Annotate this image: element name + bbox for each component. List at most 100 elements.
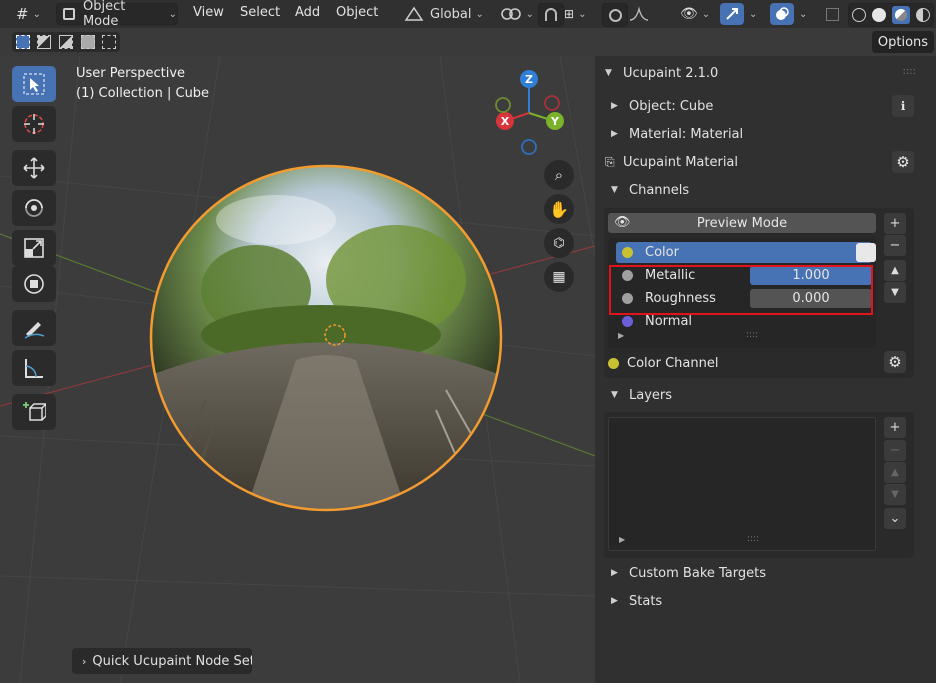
add-channel-button[interactable]: + bbox=[884, 213, 906, 234]
material-shading-icon[interactable] bbox=[892, 6, 910, 24]
navigation-gizmo[interactable]: Z Y X bbox=[488, 66, 572, 160]
select-invert-icon[interactable] bbox=[80, 35, 95, 49]
pan-button[interactable]: ✋ bbox=[544, 194, 574, 224]
chevron-down-icon: ⌄ bbox=[525, 8, 534, 20]
options-button[interactable]: Options bbox=[872, 31, 934, 53]
snap-target-dropdown[interactable]: ⊞ ⌄ bbox=[564, 3, 596, 25]
select-extend-icon[interactable] bbox=[37, 35, 52, 49]
proportional-edit-toggle[interactable] bbox=[602, 3, 628, 27]
overlays-toggle[interactable] bbox=[770, 3, 794, 25]
preview-mode-button[interactable]: 👁 Preview Mode bbox=[608, 213, 876, 233]
menu-view[interactable]: View bbox=[193, 5, 224, 20]
material-label: Material: Material bbox=[629, 126, 744, 142]
channels-label: Channels bbox=[629, 182, 690, 198]
mode-dropdown[interactable]: Object Mode ⌄ bbox=[56, 0, 178, 29]
remove-channel-button[interactable]: − bbox=[884, 235, 906, 256]
list-resize-handle-icon[interactable]: :::: bbox=[746, 330, 758, 340]
layers-label: Layers bbox=[629, 387, 673, 403]
move-tool[interactable] bbox=[12, 150, 56, 186]
stats-label: Stats bbox=[629, 593, 663, 609]
layer-menu-button[interactable]: ⌄ bbox=[884, 508, 906, 529]
select-new-icon[interactable] bbox=[15, 35, 30, 49]
viewport-collection-label: (1) Collection | Cube bbox=[76, 86, 210, 101]
ucupaint-side-panel: ▼ Ucupaint 2.1.0 :::: ▶ Object: Cube ℹ ▶… bbox=[595, 56, 936, 683]
drag-handle-icon[interactable]: :::: bbox=[903, 66, 916, 77]
add-cube-tool[interactable] bbox=[12, 394, 56, 430]
expand-right-icon: ▶ bbox=[611, 101, 618, 111]
list-resize-handle-icon[interactable]: :::: bbox=[747, 534, 759, 544]
info-button[interactable]: ℹ bbox=[892, 95, 914, 117]
proportional-icon bbox=[608, 8, 622, 22]
zoom-icon: ⌕ bbox=[554, 166, 564, 184]
overlays-dropdown[interactable]: ⌄ bbox=[795, 3, 811, 25]
move-up-button[interactable]: ▲ bbox=[884, 260, 906, 281]
channels-row[interactable]: ▼ Channels bbox=[605, 179, 689, 201]
visibility-dropdown[interactable]: 👁 ⌄ bbox=[680, 3, 714, 25]
annotate-tool[interactable] bbox=[12, 310, 56, 346]
camera-view-button[interactable]: ⌬ bbox=[544, 228, 574, 258]
color-swatch[interactable] bbox=[856, 243, 876, 262]
xray-toggle[interactable] bbox=[822, 3, 842, 25]
transform-tool[interactable] bbox=[12, 266, 56, 302]
move-down-button[interactable]: ▼ bbox=[884, 282, 906, 303]
measure-tool[interactable] bbox=[12, 350, 56, 386]
falloff-curve-icon bbox=[629, 6, 649, 21]
gizmo-x-label: X bbox=[501, 115, 510, 128]
panel-header[interactable]: ▼ Ucupaint 2.1.0 bbox=[605, 62, 718, 84]
pivot-button[interactable]: ⌄ bbox=[500, 3, 534, 25]
color-channel-icon bbox=[608, 357, 619, 369]
node-tree-icon: ⎘ bbox=[605, 154, 615, 169]
triangle-up-icon: ▲ bbox=[891, 265, 899, 276]
snap-toggle[interactable] bbox=[538, 3, 564, 27]
zoom-button[interactable]: ⌕ bbox=[544, 160, 574, 190]
custom-bake-row[interactable]: ▶ Custom Bake Targets bbox=[605, 562, 766, 584]
wireframe-shading-icon[interactable] bbox=[852, 8, 866, 22]
list-expand-icon[interactable]: ▶ bbox=[619, 535, 625, 544]
gizmo-z-label: Z bbox=[525, 73, 533, 86]
material-settings-button[interactable]: ⚙ bbox=[892, 151, 914, 173]
select-cursor-icon bbox=[23, 73, 45, 95]
select-subtract-icon[interactable] bbox=[58, 35, 73, 49]
layers-row[interactable]: ▼ Layers bbox=[605, 384, 672, 406]
channel-item-color[interactable]: Color bbox=[616, 242, 876, 263]
select-box-tool[interactable] bbox=[12, 66, 56, 102]
falloff-dropdown[interactable] bbox=[628, 3, 662, 25]
pencil-icon bbox=[24, 322, 45, 339]
layer-up-button[interactable]: ▲ bbox=[884, 462, 906, 483]
transform-orientation-dropdown[interactable]: Global ⌄ bbox=[404, 3, 490, 25]
cursor-tool[interactable] bbox=[12, 106, 56, 142]
layer-list[interactable]: ▶ :::: bbox=[608, 417, 876, 551]
menu-object[interactable]: Object bbox=[336, 5, 378, 20]
last-operator-panel[interactable]: › Quick Ucupaint Node Setu bbox=[72, 648, 252, 674]
grid-snap-icon: ⊞ bbox=[564, 7, 575, 21]
link-icon bbox=[501, 8, 521, 20]
rotate-tool[interactable] bbox=[12, 190, 56, 226]
layer-down-button[interactable]: ▼ bbox=[884, 484, 906, 505]
solid-shading-icon[interactable] bbox=[872, 8, 886, 22]
stats-row[interactable]: ▶ Stats bbox=[605, 590, 662, 612]
triangle-up-icon: ▲ bbox=[891, 467, 899, 478]
gizmo-dropdown[interactable]: ⌄ bbox=[745, 3, 761, 25]
remove-layer-button[interactable]: − bbox=[884, 440, 906, 461]
add-layer-button[interactable]: + bbox=[884, 417, 906, 438]
menu-add[interactable]: Add bbox=[295, 5, 320, 20]
gizmo-y-label: Y bbox=[550, 115, 560, 128]
material-row[interactable]: ▶ Material: Material bbox=[605, 123, 743, 145]
menu-select[interactable]: Select bbox=[240, 5, 280, 20]
3d-viewport[interactable]: User Perspective (1) Collection | Cube Z… bbox=[0, 56, 595, 683]
scale-tool[interactable] bbox=[12, 230, 56, 266]
rendered-shading-icon[interactable] bbox=[916, 8, 930, 22]
channel-name: Color bbox=[645, 245, 679, 260]
chevron-down-icon: ⌄ bbox=[168, 8, 177, 20]
object-row[interactable]: ▶ Object: Cube bbox=[605, 95, 713, 117]
minus-icon: − bbox=[889, 238, 901, 253]
channel-settings-button[interactable]: ⚙ bbox=[884, 351, 906, 373]
chrome-sphere[interactable] bbox=[146, 160, 506, 516]
editor-type-button[interactable]: # ⌄ bbox=[16, 3, 46, 25]
cube-add-icon bbox=[23, 402, 46, 421]
list-expand-icon[interactable]: ▶ bbox=[618, 331, 624, 340]
channel-name: Normal bbox=[645, 314, 693, 329]
perspective-toggle-button[interactable]: ▦ bbox=[544, 262, 574, 292]
gizmo-toggle[interactable] bbox=[720, 3, 744, 25]
select-intersect-icon[interactable] bbox=[102, 35, 117, 49]
